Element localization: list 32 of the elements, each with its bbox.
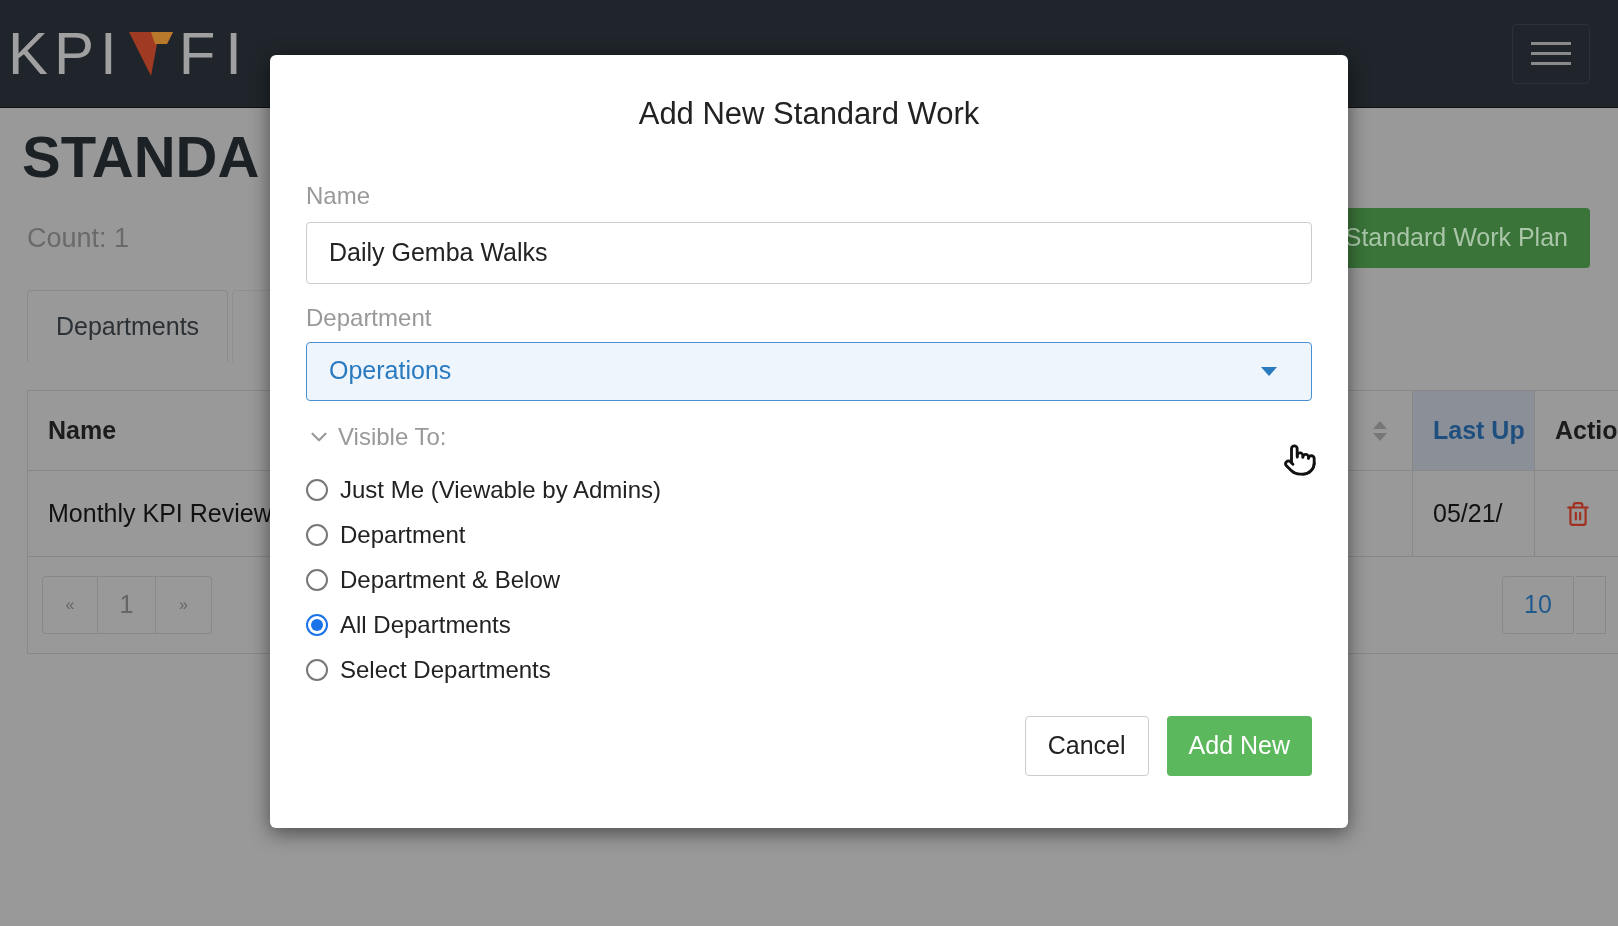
logo-text: KPI [8,23,123,84]
page-title: STANDA [22,124,260,189]
logo-text: FI [178,23,253,84]
dropdown-caret-icon [1261,366,1277,376]
name-field[interactable]: Daily Gemba Walks [306,221,1312,284]
menu-button[interactable] [1512,23,1590,84]
radio-option[interactable]: Select Departments [306,654,551,686]
trash-icon[interactable] [1565,500,1591,527]
radio-button[interactable] [306,524,328,546]
field-label: Name [306,181,371,209]
dialog-title: Add New Standard Work [638,96,980,131]
department-select[interactable]: Operations [306,341,1312,401]
pointer-cursor-icon [1283,443,1317,477]
page-size-button[interactable]: 10 [1502,576,1574,634]
tab[interactable]: Departments [27,290,229,362]
cancel-button[interactable]: Cancel [1024,715,1149,776]
logo-icon [126,29,175,78]
column-header[interactable]: Name [48,411,117,450]
radio-button[interactable] [306,614,328,636]
table-cell-text: 05/21/ [1433,497,1503,529]
radio-button[interactable] [306,479,328,501]
radio-button[interactable] [306,569,328,591]
radio-option[interactable]: All Departments [306,609,511,641]
radio-option[interactable]: Department [306,519,466,551]
radio-button[interactable] [306,659,328,681]
visible-to-toggle[interactable]: Visible To: [306,418,447,455]
column-header[interactable]: Actio [1555,411,1618,450]
radio-option[interactable]: Department & Below [306,564,561,596]
add-new-button[interactable]: Add New [1166,715,1312,776]
field-label: Department [306,303,432,331]
table-cell-text: Monthly KPI Review [48,497,272,529]
radio-option[interactable]: Just Me (Viewable by Admins) [306,474,662,506]
